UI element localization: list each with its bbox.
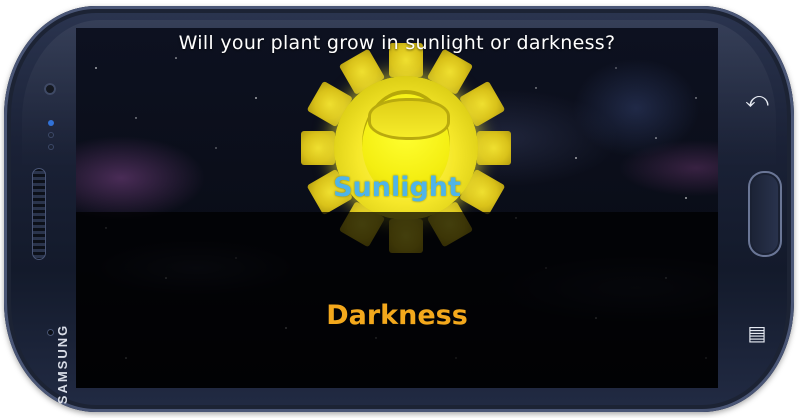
brand-logo: SAMSUNG — [55, 323, 70, 405]
notification-led-icon — [48, 144, 54, 150]
back-button[interactable]: ⤺ — [742, 86, 772, 116]
home-button[interactable] — [748, 171, 782, 257]
question-text: Will your plant grow in sunlight or dark… — [178, 32, 616, 54]
menu-button[interactable]: ▤ — [742, 318, 772, 348]
light-sensor-icon — [48, 132, 54, 138]
app-screen: Will your plant grow in sunlight or dark… — [76, 28, 718, 388]
menu-icon: ▤ — [747, 321, 767, 345]
proximity-sensor-icon — [48, 120, 54, 126]
brand-area: SAMSUNG — [28, 156, 70, 404]
front-camera-icon — [44, 83, 56, 95]
back-arrow-icon: ⤺ — [745, 88, 769, 113]
microphone-icon — [47, 329, 54, 336]
sunlight-label[interactable]: Sunlight — [76, 172, 718, 203]
darkness-label[interactable]: Darkness — [76, 300, 718, 331]
